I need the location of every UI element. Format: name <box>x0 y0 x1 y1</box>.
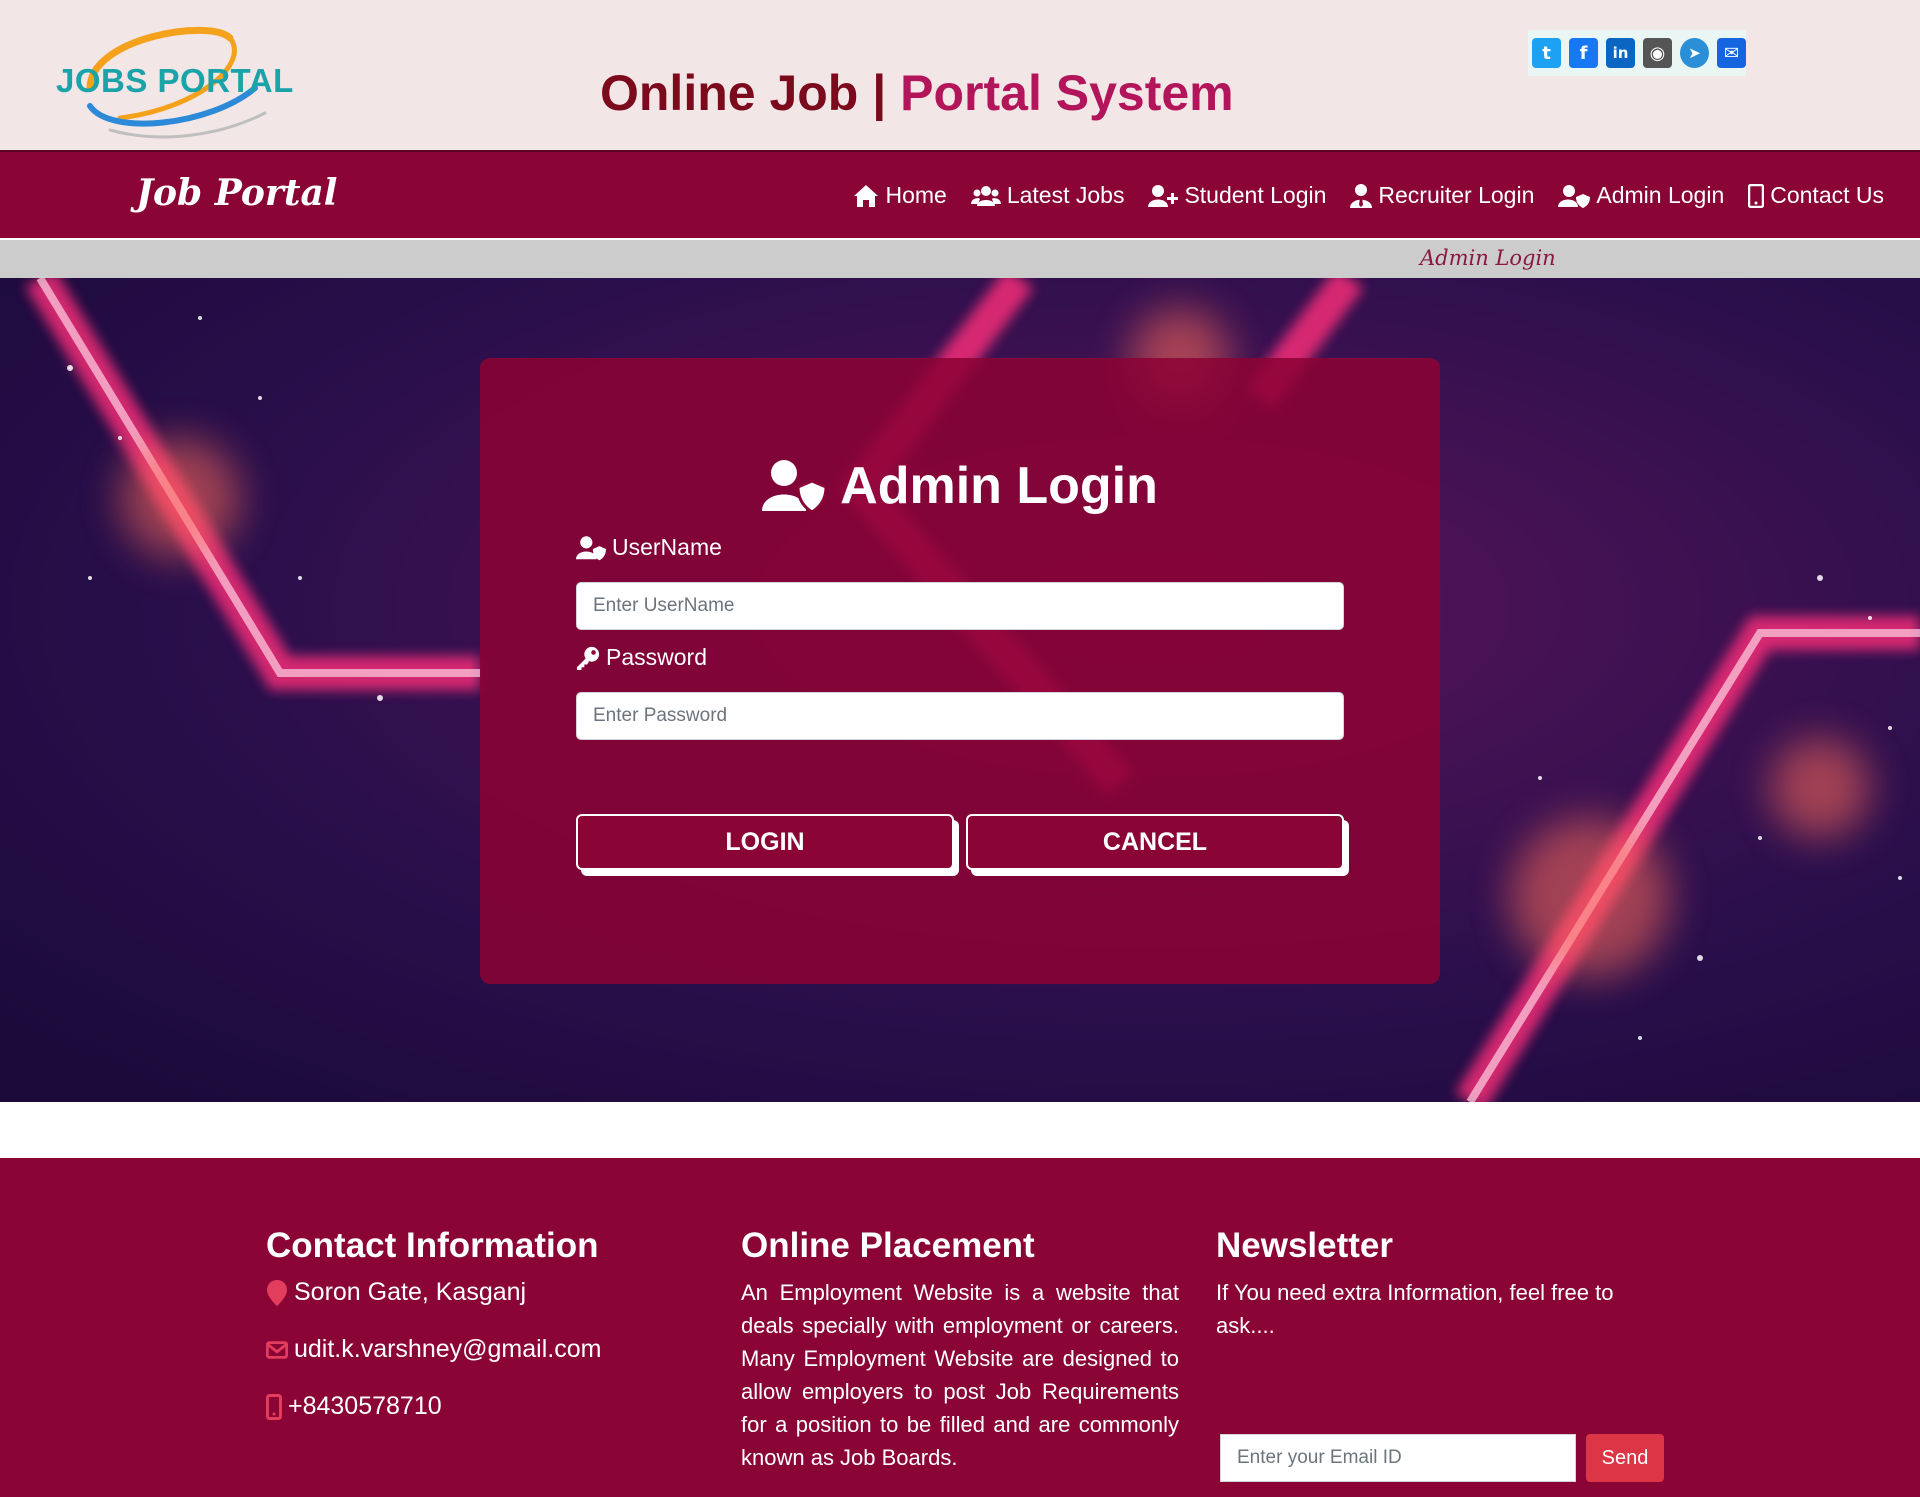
username-label: UserName <box>576 534 722 561</box>
hero-section: Admin Login UserName Password LOGIN CANC… <box>0 278 1920 1102</box>
nav-item-label: Recruiter Login <box>1378 182 1535 208</box>
nav-item-label: Student Login <box>1184 182 1327 208</box>
admin-login-card: Admin Login UserName Password LOGIN CANC… <box>480 358 1440 984</box>
nav-item-label: Admin Login <box>1596 182 1725 208</box>
contact-heading: Contact Information <box>266 1226 599 1265</box>
password-input[interactable] <box>576 692 1344 740</box>
envelope-icon <box>266 1340 288 1359</box>
placement-heading: Online Placement <box>741 1226 1035 1265</box>
email-text[interactable]: udit.k.varshney@gmail.com <box>294 1335 601 1364</box>
user-tie-icon <box>1350 183 1373 208</box>
nav-item-recruiter-login[interactable]: Recruiter Login <box>1350 182 1534 209</box>
user-shield-icon <box>1558 184 1591 208</box>
users-icon <box>970 185 1001 206</box>
username-input[interactable] <box>576 582 1344 630</box>
navbar-brand[interactable]: Job Portal <box>136 172 337 214</box>
nav-item-student-login[interactable]: Student Login <box>1148 182 1326 209</box>
newsletter-email-input[interactable] <box>1220 1434 1576 1482</box>
map-marker-icon <box>267 1279 287 1306</box>
login-button[interactable]: LOGIN <box>576 814 954 870</box>
contact-information-section: Contact Information Soron Gate, Kasganj … <box>266 1226 686 1486</box>
nav-item-home[interactable]: Home <box>853 182 947 209</box>
phone-row: +8430578710 <box>266 1392 442 1421</box>
mobile-icon <box>1748 183 1765 208</box>
nav-menu: Home Latest Jobs Student Login Recruiter… <box>853 182 1884 209</box>
nav-item-label: Contact Us <box>1770 182 1884 208</box>
online-placement-section: Online Placement An Employment Website i… <box>741 1226 1181 1496</box>
email-icon[interactable]: ✉ <box>1717 38 1746 68</box>
placement-text: An Employment Website is a website that … <box>741 1280 1179 1470</box>
jobs-portal-logo[interactable]: JOBS PORTAL <box>50 18 293 144</box>
address-row: Soron Gate, Kasganj <box>266 1278 526 1307</box>
home-icon <box>854 184 879 207</box>
nav-item-admin-login[interactable]: Admin Login <box>1558 182 1724 209</box>
github-icon[interactable]: ◉ <box>1643 38 1672 68</box>
user-shield-icon <box>576 535 606 560</box>
nav-item-label: Latest Jobs <box>1006 182 1125 208</box>
cancel-button[interactable]: CANCEL <box>966 814 1344 870</box>
logo-text: JOBS PORTAL <box>56 62 294 99</box>
breadcrumb-bar: Admin Login <box>0 240 1920 278</box>
address-text: Soron Gate, Kasganj <box>294 1278 527 1306</box>
password-label: Password <box>576 644 707 671</box>
key-icon <box>576 646 600 670</box>
twitter-icon[interactable]: t <box>1532 38 1561 68</box>
facebook-icon[interactable]: f <box>1569 38 1598 68</box>
linkedin-icon[interactable]: in <box>1606 38 1635 68</box>
top-header: JOBS PORTAL Online Job | Portal System t… <box>0 0 1920 150</box>
nav-item-label: Home <box>885 182 947 208</box>
social-links: t f in ◉ ➤ ✉ <box>1528 30 1746 76</box>
mobile-icon <box>266 1393 282 1420</box>
password-label-text: Password <box>606 644 707 670</box>
user-plus-icon <box>1148 184 1179 207</box>
newsletter-text: If You need extra Information, feel free… <box>1216 1280 1614 1338</box>
newsletter-section: Newsletter If You need extra Information… <box>1216 1226 1676 1496</box>
site-title-part2: Portal System <box>900 65 1234 121</box>
newsletter-send-button[interactable]: Send <box>1586 1434 1664 1482</box>
site-title-part1: Online Job | <box>600 65 887 121</box>
breadcrumb: Admin Login <box>1420 246 1556 270</box>
nav-item-contact-us[interactable]: Contact Us <box>1748 182 1884 209</box>
phone-text: +8430578710 <box>288 1392 442 1420</box>
email-row: udit.k.varshney@gmail.com <box>266 1335 601 1364</box>
main-navbar: Job Portal Home Latest Jobs Student Logi… <box>0 150 1920 238</box>
login-card-title: Admin Login <box>480 456 1440 516</box>
newsletter-heading: Newsletter <box>1216 1226 1394 1265</box>
user-shield-icon <box>762 460 827 513</box>
telegram-icon[interactable]: ➤ <box>1680 38 1709 68</box>
username-label-text: UserName <box>612 534 722 560</box>
nav-item-latest-jobs[interactable]: Latest Jobs <box>970 182 1125 209</box>
login-card-title-text: Admin Login <box>840 457 1158 515</box>
site-footer: Contact Information Soron Gate, Kasganj … <box>0 1158 1920 1497</box>
site-title: Online Job | Portal System <box>600 64 1234 122</box>
